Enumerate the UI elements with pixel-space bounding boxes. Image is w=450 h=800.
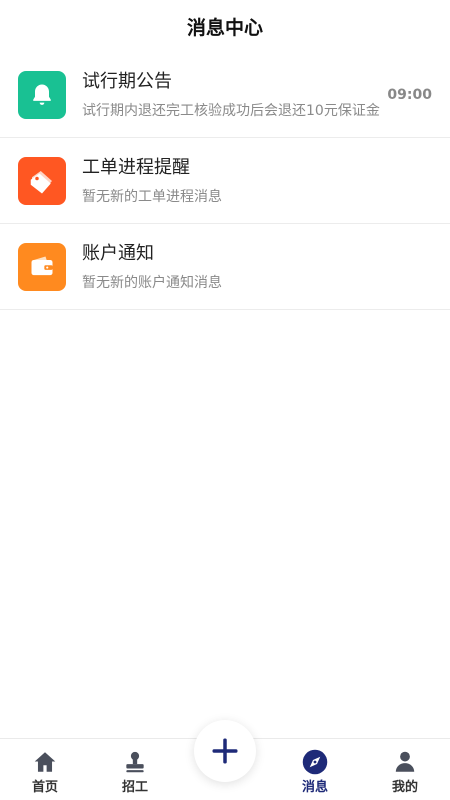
tab-messages[interactable]: 消息 [270, 738, 360, 800]
message-time: 09:00 [387, 86, 432, 103]
message-preview: 试行期内退还完工核验成功后会退还10元保证金 [82, 102, 380, 119]
message-title: 试行期公告 [82, 70, 172, 92]
tab-recruit[interactable]: 招工 [90, 738, 180, 800]
bell-icon [18, 70, 66, 119]
plus-icon [212, 738, 238, 764]
message-title: 账户通知 [82, 242, 154, 264]
message-item-work-order[interactable]: 工单进程提醒 暂无新的工单进程消息 [0, 138, 450, 224]
wallet-icon [18, 242, 66, 291]
message-list: 试行期公告 试行期内退还完工核验成功后会退还10元保证金 09:00 工单进程提… [0, 52, 450, 310]
tab-label: 首页 [31, 780, 58, 795]
message-preview: 暂无新的工单进程消息 [82, 188, 222, 205]
message-center-screen: 消息中心 试行期公告 试行期内退还完工核验成功后会退还10元保证金 09:00 [0, 0, 450, 800]
message-item-account[interactable]: 账户通知 暂无新的账户通知消息 [0, 224, 450, 310]
home-icon [31, 748, 59, 776]
tab-home[interactable]: 首页 [0, 738, 90, 800]
tab-label: 招工 [121, 780, 148, 795]
user-icon [391, 748, 419, 776]
tab-mine[interactable]: 我的 [360, 738, 450, 800]
message-preview: 暂无新的账户通知消息 [82, 274, 222, 291]
recruit-stamp-icon [121, 748, 149, 776]
message-title: 工单进程提醒 [82, 156, 190, 178]
tab-label: 消息 [301, 780, 328, 795]
tags-icon [18, 156, 66, 205]
page-title: 消息中心 [186, 16, 263, 39]
compass-icon [301, 748, 329, 776]
add-button[interactable] [194, 720, 256, 782]
message-item-trial-notice[interactable]: 试行期公告 试行期内退还完工核验成功后会退还10元保证金 09:00 [0, 52, 450, 138]
tab-label: 我的 [391, 780, 418, 795]
